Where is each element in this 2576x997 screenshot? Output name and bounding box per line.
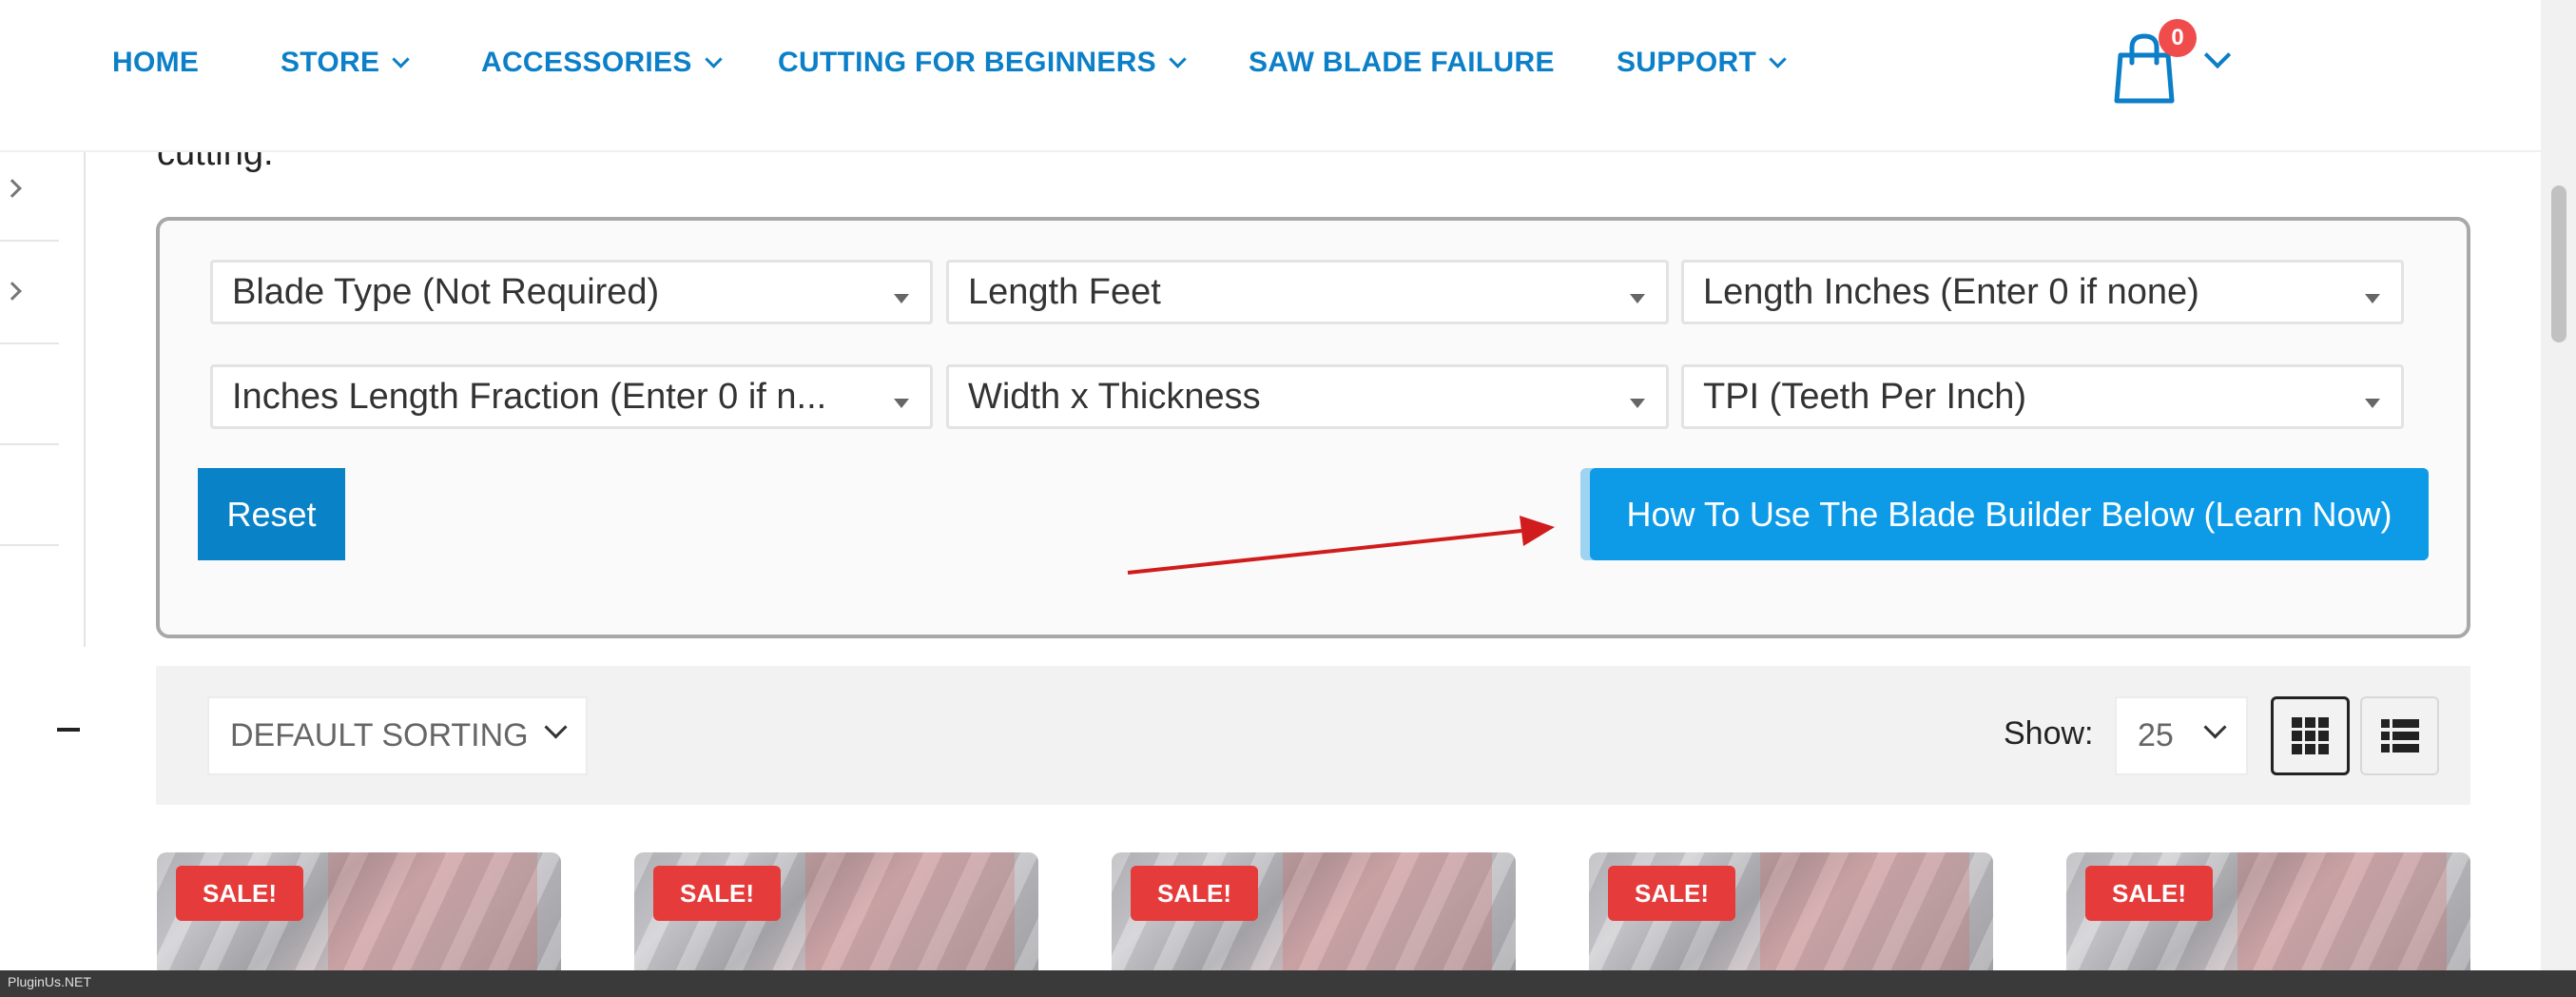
sort-order-label: DEFAULT SORTING bbox=[230, 717, 529, 753]
product-card[interactable]: SALE! bbox=[634, 852, 1038, 976]
length-feet-select[interactable]: Length Feet bbox=[946, 260, 1669, 324]
dropdown-triangle-icon bbox=[894, 294, 909, 303]
product-card[interactable]: SALE! bbox=[157, 852, 561, 976]
grid-view-icon bbox=[2291, 716, 2329, 754]
inches-fraction-select[interactable]: Inches Length Fraction (Enter 0 if n... bbox=[210, 364, 933, 429]
show-count-label: Show: bbox=[2004, 715, 2094, 752]
product-image-tint bbox=[2237, 852, 2447, 976]
site-header: HOME STORE ACCESSORIES CUTTING FOR BEGIN… bbox=[0, 0, 2541, 152]
length-feet-select-label: Length Feet bbox=[968, 271, 1161, 312]
nav-accessories[interactable]: ACCESSORIES bbox=[481, 44, 723, 82]
dropdown-triangle-icon bbox=[1630, 399, 1645, 408]
chevron-right-icon[interactable] bbox=[3, 282, 22, 301]
nav-home[interactable]: HOME bbox=[112, 44, 199, 82]
nav-home-label: HOME bbox=[112, 47, 200, 78]
chevron-right-icon[interactable] bbox=[3, 179, 22, 198]
product-image-tint bbox=[1760, 852, 1969, 976]
nav-cutting-label: CUTTING FOR BEGINNERS bbox=[778, 47, 1156, 78]
sale-badge: SALE! bbox=[1131, 866, 1258, 921]
dropdown-triangle-icon bbox=[2365, 399, 2380, 408]
nav-store-label: STORE bbox=[281, 47, 380, 78]
cart-count-badge: 0 bbox=[2159, 19, 2197, 57]
sidebar-divider bbox=[0, 342, 59, 344]
product-card[interactable]: SALE! bbox=[1589, 852, 1993, 976]
show-count-value: 25 bbox=[2138, 717, 2174, 753]
product-card[interactable]: SALE! bbox=[2066, 852, 2470, 976]
width-thickness-select[interactable]: Width x Thickness bbox=[946, 364, 1669, 429]
chevron-down-icon bbox=[704, 49, 723, 68]
nav-saw-blade-failure-label: SAW BLADE FAILURE bbox=[1249, 47, 1555, 78]
nav-support-label: SUPPORT bbox=[1617, 47, 1757, 78]
product-card[interactable]: SALE! bbox=[1112, 852, 1516, 976]
length-inches-select-label: Length Inches (Enter 0 if none) bbox=[1703, 271, 2199, 312]
blade-type-select-label: Blade Type (Not Required) bbox=[232, 271, 660, 312]
sort-order-select[interactable]: DEFAULT SORTING bbox=[207, 696, 588, 775]
tpi-select[interactable]: TPI (Teeth Per Inch) bbox=[1681, 364, 2404, 429]
length-inches-select[interactable]: Length Inches (Enter 0 if none) bbox=[1681, 260, 2404, 324]
dropdown-triangle-icon bbox=[894, 399, 909, 408]
blade-type-select[interactable]: Blade Type (Not Required) bbox=[210, 260, 933, 324]
sidebar-divider bbox=[0, 240, 59, 242]
list-view-icon bbox=[2380, 718, 2419, 753]
sale-badge: SALE! bbox=[1608, 866, 1735, 921]
list-view-button[interactable] bbox=[2360, 696, 2439, 775]
nav-accessories-label: ACCESSORIES bbox=[481, 47, 692, 78]
reset-button[interactable]: Reset bbox=[198, 468, 345, 560]
red-arrow-annotation bbox=[1127, 516, 1555, 575]
chevron-down-icon bbox=[392, 49, 411, 68]
sale-badge: SALE! bbox=[653, 866, 781, 921]
scrollbar-thumb[interactable] bbox=[2551, 186, 2566, 342]
status-bar: PluginUs.NET bbox=[0, 970, 2576, 997]
scrollbar-track[interactable] bbox=[2541, 0, 2576, 970]
learn-blade-builder-button[interactable]: How To Use The Blade Builder Below (Lear… bbox=[1590, 468, 2429, 560]
sidebar-divider bbox=[0, 443, 59, 445]
sale-badge: SALE! bbox=[2085, 866, 2213, 921]
nav-saw-blade-failure[interactable]: SAW BLADE FAILURE bbox=[1249, 44, 1555, 82]
nav-cutting-for-beginners[interactable]: CUTTING FOR BEGINNERS bbox=[778, 44, 1187, 82]
product-image-tint bbox=[805, 852, 1015, 976]
show-count-select[interactable]: 25 bbox=[2115, 696, 2248, 775]
status-bar-text: PluginUs.NET bbox=[8, 974, 91, 989]
width-thickness-select-label: Width x Thickness bbox=[968, 376, 1261, 417]
product-image-tint bbox=[1283, 852, 1492, 976]
dropdown-triangle-icon bbox=[2365, 294, 2380, 303]
tpi-select-label: TPI (Teeth Per Inch) bbox=[1703, 376, 2027, 417]
cart-dropdown-chevron-icon[interactable] bbox=[2203, 41, 2232, 69]
sidebar-divider bbox=[0, 544, 59, 546]
nav-store[interactable]: STORE bbox=[281, 44, 411, 82]
chevron-down-icon bbox=[1769, 49, 1787, 68]
grid-view-button[interactable] bbox=[2271, 696, 2350, 775]
chevron-down-icon bbox=[1169, 49, 1187, 68]
page: cutting. HOME STORE ACCESSORIES CUTTING … bbox=[0, 0, 2576, 997]
sale-badge: SALE! bbox=[176, 866, 303, 921]
dropdown-triangle-icon bbox=[1630, 294, 1645, 303]
left-sidebar bbox=[0, 152, 86, 647]
collapse-minus-icon[interactable] bbox=[57, 728, 80, 732]
nav-support[interactable]: SUPPORT bbox=[1617, 44, 1787, 82]
inches-fraction-select-label: Inches Length Fraction (Enter 0 if n... bbox=[232, 376, 827, 417]
product-image-tint bbox=[328, 852, 537, 976]
